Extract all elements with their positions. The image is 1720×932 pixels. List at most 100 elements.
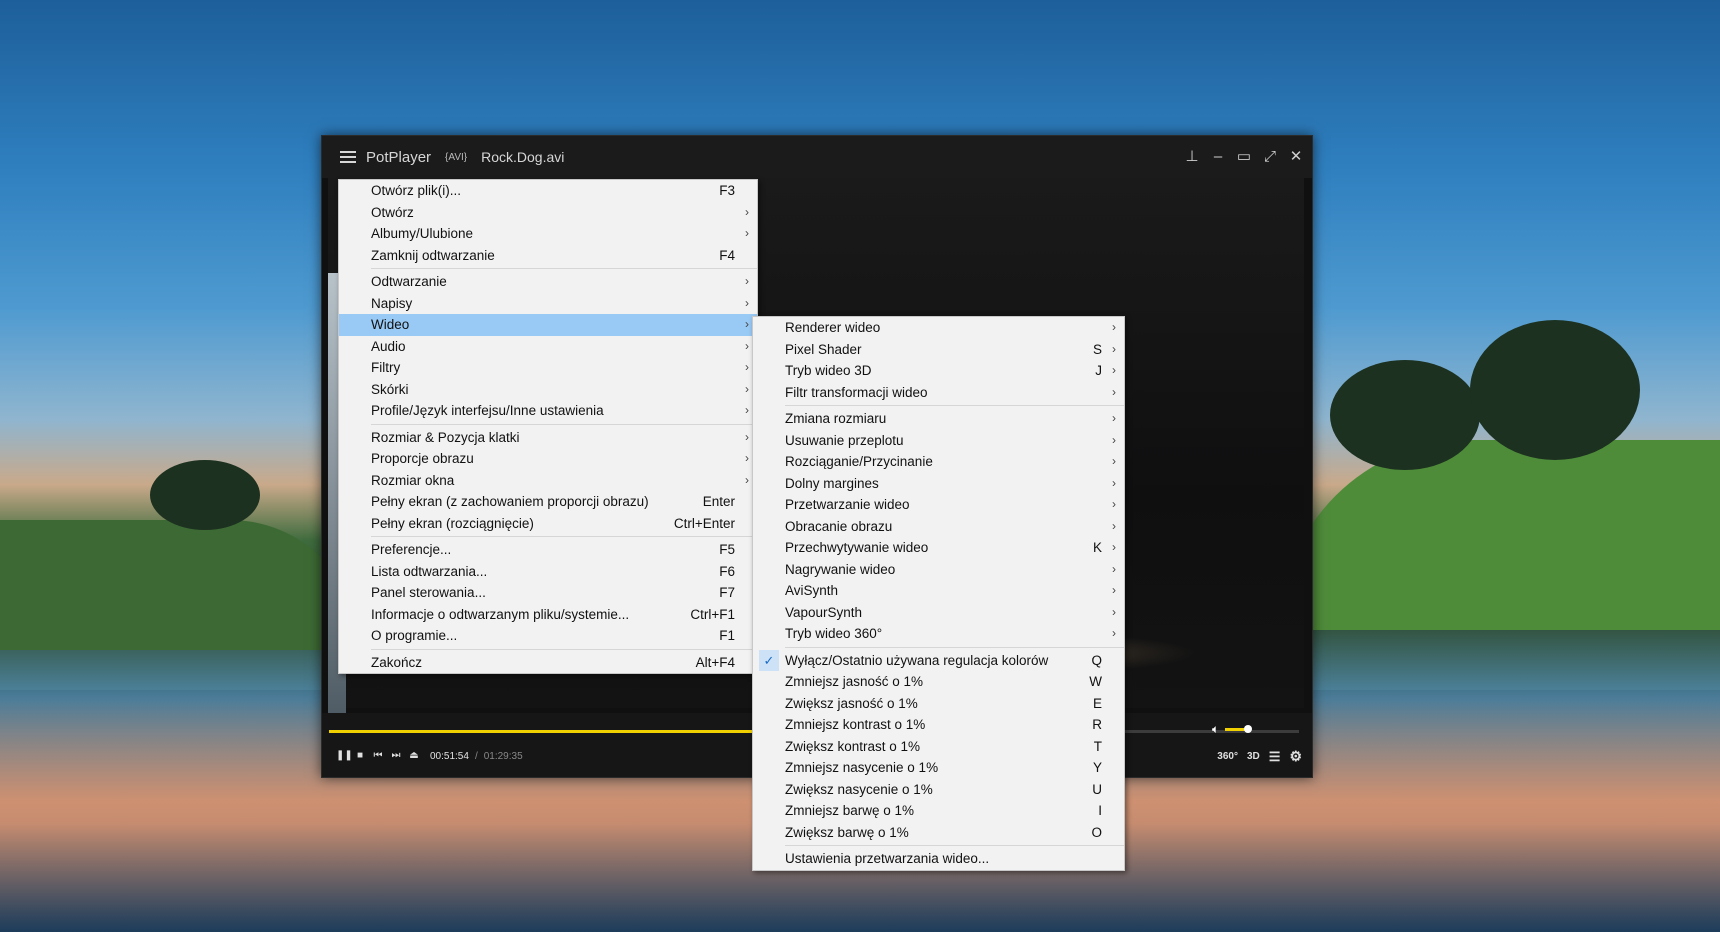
- menu-item-label: Filtry: [371, 360, 401, 375]
- menu-item-proporcje-obrazu[interactable]: Proporcje obrazu ›: [339, 448, 757, 470]
- menu-item-zmniejsz-kontrast-o-1[interactable]: Zmniejsz kontrast o 1% R: [753, 714, 1124, 736]
- submenu-chevron-icon: ›: [745, 381, 749, 396]
- menu-item-usuwanie-przeplotu[interactable]: Usuwanie przeplotu ›: [753, 430, 1124, 452]
- playlist-icon[interactable]: ☰: [1269, 749, 1281, 765]
- menu-item-label: Rozmiar & Pozycja klatki: [371, 429, 520, 445]
- menu-item-obracanie-obrazu[interactable]: Obracanie obrazu ›: [753, 516, 1124, 538]
- app-name: PotPlayer: [366, 148, 432, 166]
- menu-item-zamknij-odtwarzanie[interactable]: Zamknij odtwarzanie F4: [339, 245, 757, 267]
- menu-item-tryb-wideo-3d[interactable]: Tryb wideo 3D J ›: [753, 360, 1124, 382]
- fullscreen-icon[interactable]: ⤢: [1262, 149, 1278, 165]
- file-format-badge: {AVI}: [445, 151, 468, 163]
- menu-item-shortcut: E: [1092, 695, 1102, 711]
- menu-item-label: Odtwarzanie: [371, 274, 447, 289]
- menu-separator: [371, 423, 757, 425]
- menu-item-label: Informacje o odtwarzanym pliku/systemie.…: [371, 606, 630, 622]
- next-icon[interactable]: ⏭︎: [390, 750, 402, 762]
- menu-item-filtry[interactable]: Filtry ›: [339, 357, 757, 379]
- menu-item-label: Panel sterowania...: [371, 585, 486, 600]
- menu-item-label: Zamknij odtwarzanie: [371, 247, 495, 263]
- menu-item-label: Ustawienia przetwarzania wideo...: [785, 851, 990, 866]
- menu-item-zwieksz-nasycenie-o-1[interactable]: Zwiększ nasycenie o 1% U: [753, 779, 1124, 801]
- menu-item-o-programie[interactable]: O programie... F1: [339, 625, 757, 647]
- menu-item-rozmiar-pozycja-klatki[interactable]: Rozmiar & Pozycja klatki ›: [339, 427, 757, 449]
- close-icon[interactable]: ✕: [1288, 149, 1304, 165]
- menu-item-skorki[interactable]: Skórki ›: [339, 379, 757, 401]
- menu-item-dolny-margines[interactable]: Dolny margines ›: [753, 473, 1124, 495]
- submenu-chevron-icon: ›: [745, 204, 749, 219]
- submenu-chevron-icon: ›: [1112, 384, 1116, 399]
- menu-item-filtr-transformacji-wideo[interactable]: Filtr transformacji wideo ›: [753, 382, 1124, 404]
- menu-item-tryb-wideo-360[interactable]: Tryb wideo 360° ›: [753, 623, 1124, 645]
- menu-item-panel-sterowania[interactable]: Panel sterowania... F7: [339, 582, 757, 604]
- menu-item-renderer-wideo[interactable]: Renderer wideo ›: [753, 317, 1124, 339]
- menu-item-albumy-ulubione[interactable]: Albumy/Ulubione ›: [339, 223, 757, 245]
- menu-item-pe-ny-ekran-z-zachowaniem-proporcji-obrazu[interactable]: Pełny ekran (z zachowaniem proporcji obr…: [339, 491, 757, 513]
- speaker-icon[interactable]: 🔈︎: [1212, 722, 1219, 737]
- previous-icon[interactable]: ⏮︎: [372, 750, 384, 762]
- menu-item-lista-odtwarzania[interactable]: Lista odtwarzania... F6: [339, 561, 757, 583]
- stop-icon[interactable]: ■: [354, 750, 366, 762]
- menu-item-zmniejsz-barwe-o-1[interactable]: Zmniejsz barwę o 1% I: [753, 800, 1124, 822]
- menu-item-pixel-shader[interactable]: Pixel Shader S ›: [753, 339, 1124, 361]
- menu-item-audio[interactable]: Audio ›: [339, 336, 757, 358]
- menu-item-pe-ny-ekran-rozciagniecie[interactable]: Pełny ekran (rozciągnięcie) Ctrl+Enter: [339, 513, 757, 535]
- menu-item-otworz-plik-i[interactable]: Otwórz plik(i)... F3: [339, 180, 757, 202]
- submenu-chevron-icon: ›: [1112, 497, 1116, 511]
- menu-item-przechwytywanie-wideo[interactable]: Przechwytywanie wideo K ›: [753, 537, 1124, 559]
- submenu-chevron-icon: ›: [745, 317, 749, 331]
- pause-icon[interactable]: ❚❚: [336, 750, 353, 762]
- settings-gear-icon[interactable]: ⚙: [1289, 748, 1302, 765]
- vr-360-button[interactable]: 360°: [1217, 751, 1238, 762]
- menu-item-vapoursynth[interactable]: VapourSynth ›: [753, 602, 1124, 624]
- menu-item-odtwarzanie[interactable]: Odtwarzanie ›: [339, 271, 757, 293]
- menu-separator: [371, 648, 757, 650]
- submenu-chevron-icon: ›: [745, 429, 749, 444]
- menu-item-profile-jezyk-interfejsu-inne-ustawienia[interactable]: Profile/Język interfejsu/Inne ustawienia…: [339, 400, 757, 422]
- menu-item-zwieksz-barwe-o-1[interactable]: Zwiększ barwę o 1% O: [753, 822, 1124, 844]
- time-separator: /: [474, 750, 478, 762]
- 3d-button[interactable]: 3D: [1247, 751, 1260, 762]
- menu-item-avisynth[interactable]: AviSynth ›: [753, 580, 1124, 602]
- menu-item-zwieksz-kontrast-o-1[interactable]: Zwiększ kontrast o 1% T: [753, 736, 1124, 758]
- submenu-chevron-icon: ›: [745, 295, 749, 310]
- title-bar[interactable]: PotPlayer {AVI} Rock.Dog.avi ⊥ – ▭ ⤢ ✕: [322, 136, 1312, 178]
- menu-item-przetwarzanie-wideo[interactable]: Przetwarzanie wideo ›: [753, 494, 1124, 516]
- menu-item-wideo[interactable]: Wideo ›: [339, 314, 757, 336]
- menu-item-shortcut: W: [1089, 674, 1102, 689]
- menu-item-otworz[interactable]: Otwórz ›: [339, 202, 757, 224]
- tree-right-2: [1470, 320, 1640, 460]
- minimize-icon[interactable]: –: [1210, 149, 1226, 165]
- menu-item-zakoncz[interactable]: Zakończ Alt+F4: [339, 652, 757, 674]
- menu-item-label: Pełny ekran (z zachowaniem proporcji obr…: [371, 494, 649, 509]
- menu-item-wy-acz-ostatnio-uzywana-regulacja-kolorow[interactable]: ✓ Wyłącz/Ostatnio używana regulacja kolor…: [753, 649, 1124, 671]
- menu-item-label: Otwórz: [371, 204, 414, 220]
- menu-item-zmiana-rozmiaru[interactable]: Zmiana rozmiaru ›: [753, 408, 1124, 430]
- menu-item-zmniejsz-jasnosc-o-1[interactable]: Zmniejsz jasność o 1% W: [753, 671, 1124, 693]
- menu-item-napisy[interactable]: Napisy ›: [339, 293, 757, 315]
- menu-item-shortcut: Y: [1092, 760, 1102, 775]
- submenu-chevron-icon: ›: [1112, 432, 1116, 447]
- submenu-chevron-icon: ›: [1112, 363, 1116, 377]
- menu-item-label: Rozciąganie/Przycinanie: [785, 454, 933, 469]
- menu-item-zwieksz-jasnosc-o-1[interactable]: Zwiększ jasność o 1% E: [753, 693, 1124, 715]
- menu-item-label: Zakończ: [371, 654, 423, 670]
- menu-item-informacje-o-odtwarzanym-pliku-systemie[interactable]: Informacje o odtwarzanym pliku/systemie.…: [339, 604, 757, 626]
- pin-icon[interactable]: ⊥: [1184, 149, 1200, 165]
- menu-item-shortcut: F7: [719, 585, 735, 600]
- maximize-icon[interactable]: ▭: [1236, 149, 1252, 165]
- menu-item-nagrywanie-wideo[interactable]: Nagrywanie wideo ›: [753, 559, 1124, 581]
- menu-item-label: Audio: [371, 338, 406, 354]
- volume-slider[interactable]: [1225, 725, 1253, 733]
- menu-item-zmniejsz-nasycenie-o-1[interactable]: Zmniejsz nasycenie o 1% Y: [753, 757, 1124, 779]
- menu-hamburger-icon[interactable]: [340, 151, 356, 163]
- volume-control[interactable]: 🔈︎: [1212, 722, 1253, 737]
- submenu-chevron-icon: ›: [1112, 561, 1116, 576]
- menu-item-preferencje[interactable]: Preferencje... F5: [339, 539, 757, 561]
- eject-icon[interactable]: ⏏︎: [408, 750, 420, 762]
- menu-item-rozciaganie-przycinanie[interactable]: Rozciąganie/Przycinanie ›: [753, 451, 1124, 473]
- menu-item-ustawienia-przetwarzania-wideo[interactable]: Ustawienia przetwarzania wideo...: [753, 848, 1124, 870]
- menu-item-rozmiar-okna[interactable]: Rozmiar okna ›: [339, 470, 757, 492]
- menu-item-shortcut: Enter: [702, 494, 735, 509]
- hill-right: [1280, 440, 1720, 630]
